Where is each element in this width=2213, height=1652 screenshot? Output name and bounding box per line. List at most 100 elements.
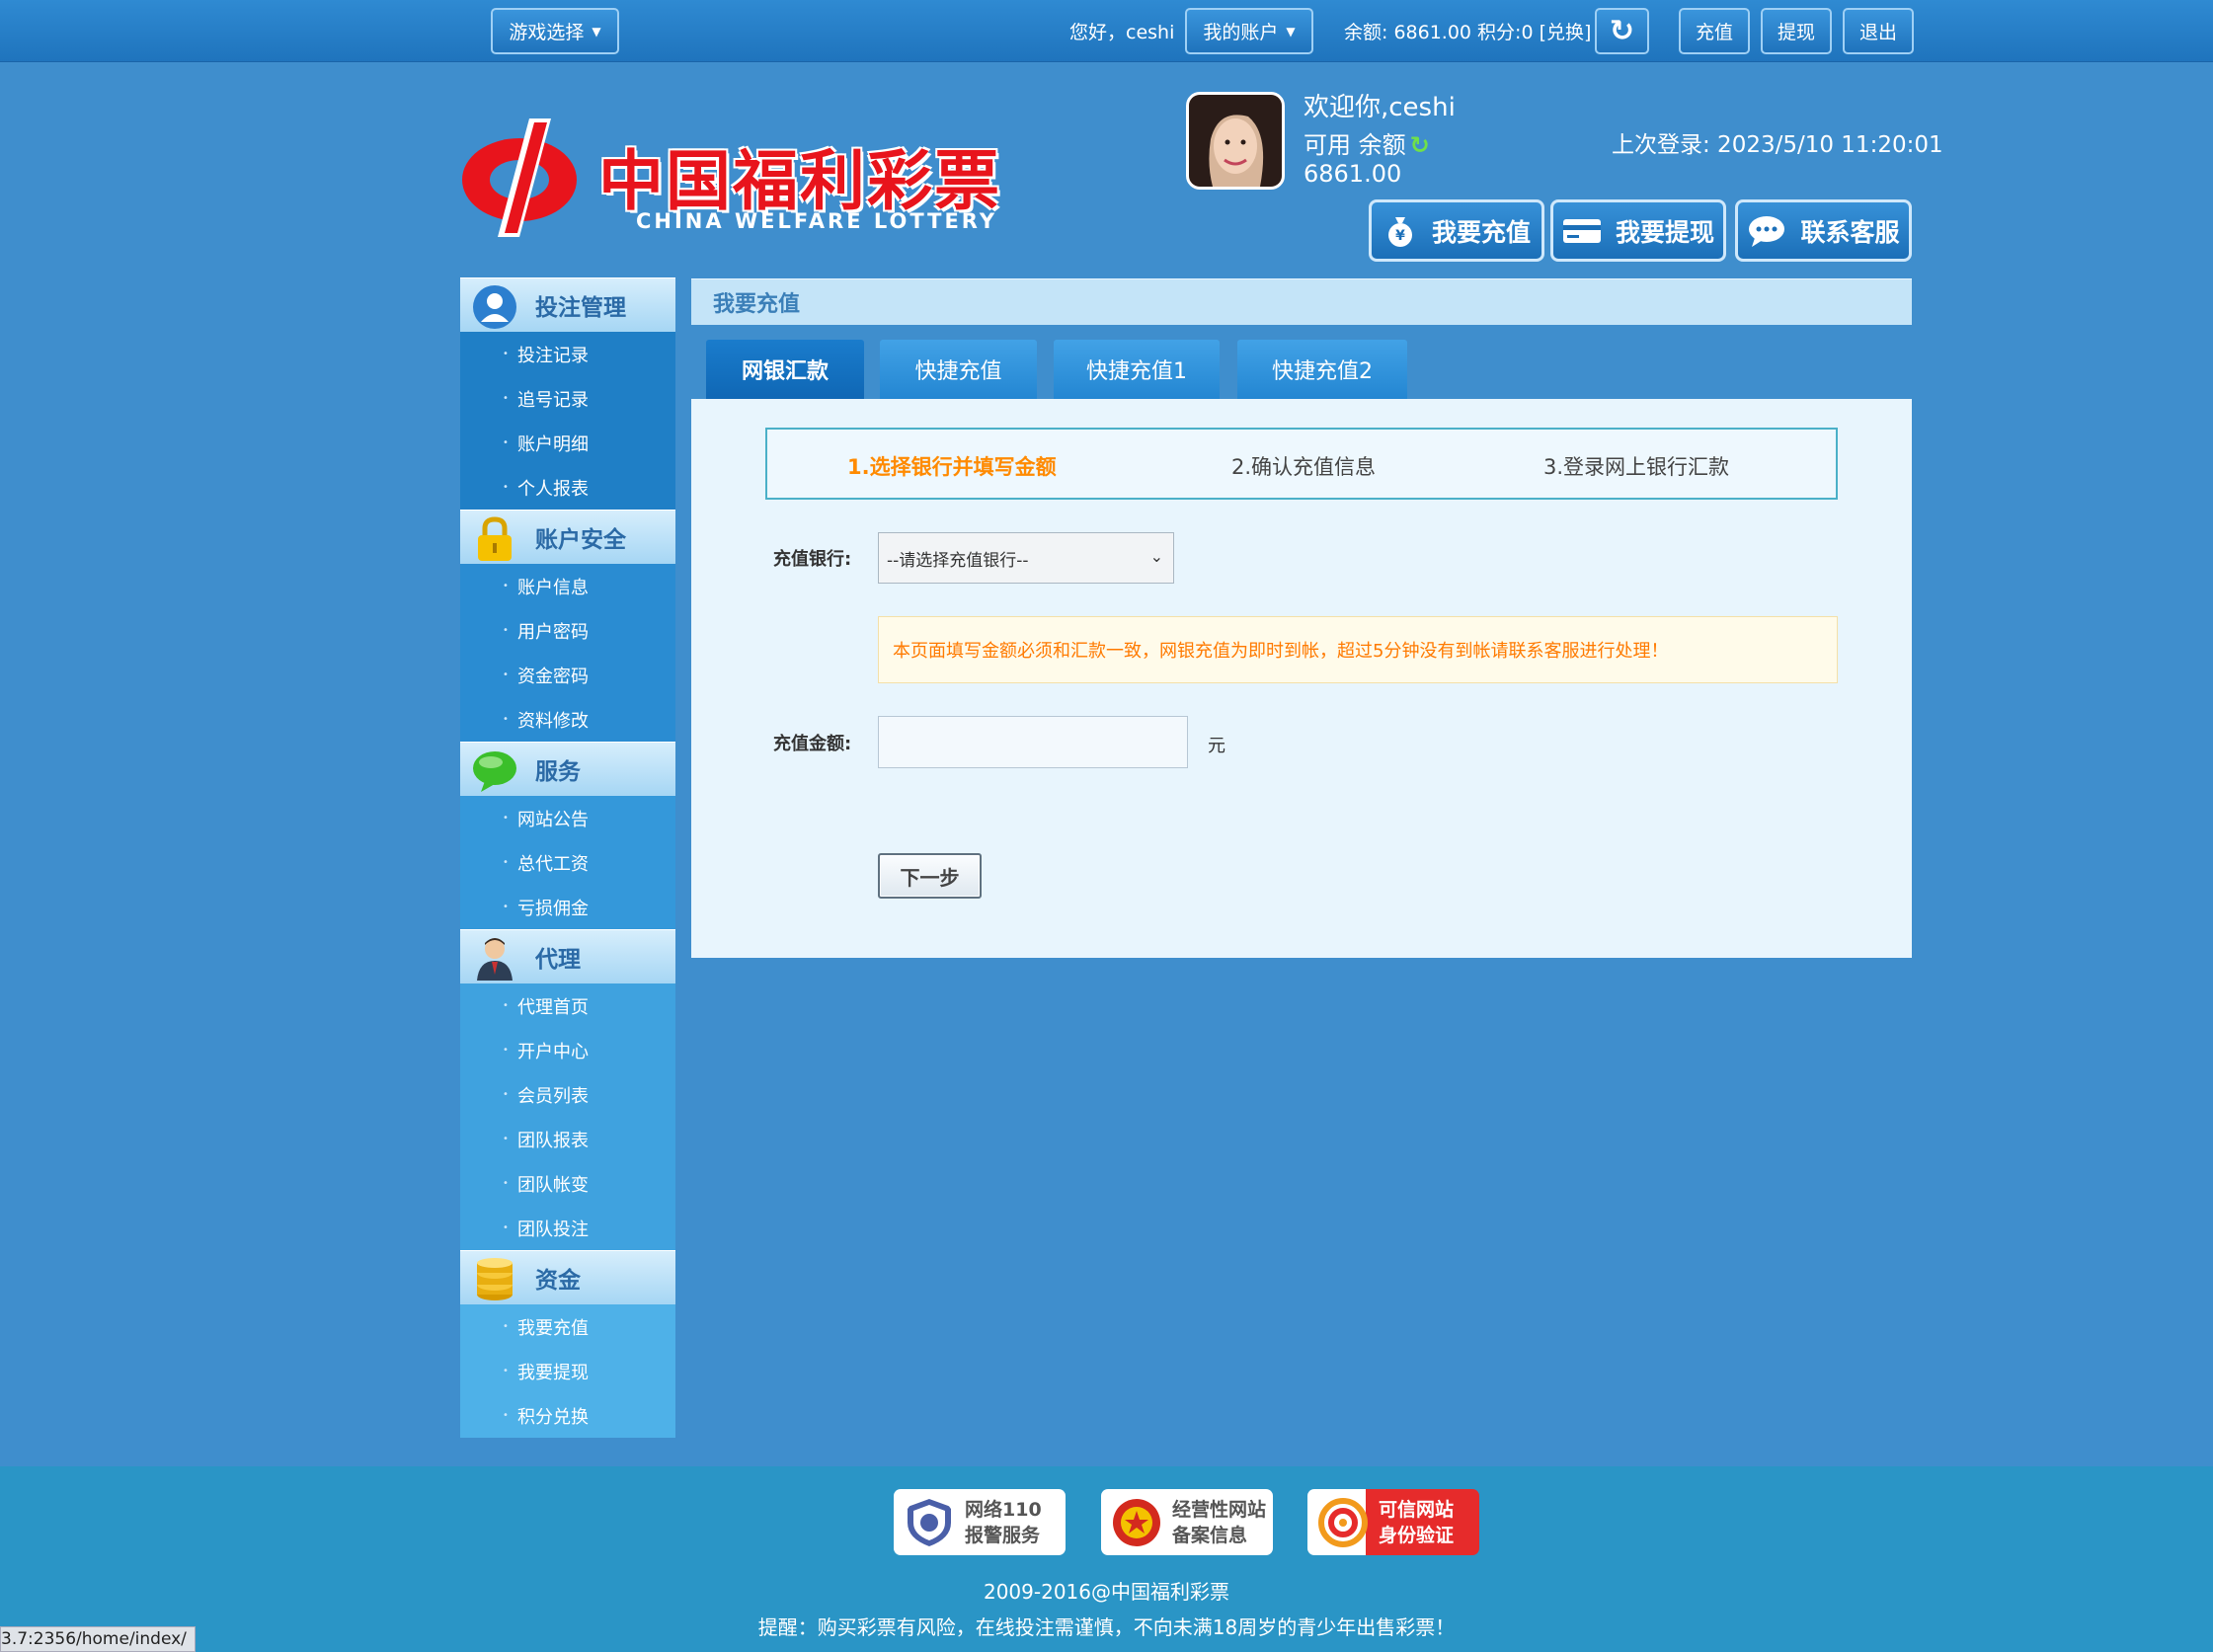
chevron-down-icon: ⌄	[1149, 547, 1163, 566]
step-indicator: 1.选择银行并填写金额 2.确认充值信息 3.登录网上银行汇款	[765, 428, 1838, 500]
sidebar-item-bet-records[interactable]: 投注记录	[460, 332, 675, 376]
topbar-recharge-button[interactable]: 充值	[1679, 8, 1750, 54]
bank-card-icon	[1562, 216, 1602, 246]
sidebar-section-title: 服务	[535, 759, 581, 785]
sidebar-item-fund-password[interactable]: 资金密码	[460, 653, 675, 697]
step-2: 2.确认充值信息	[1231, 455, 1377, 479]
bank-label: 充值银行:	[773, 549, 852, 570]
notice-message: 本页面填写金额必须和汇款一致，网银充值为即时到帐，超过5分钟没有到帐请联系客服进…	[878, 616, 1838, 683]
avatar[interactable]	[1186, 92, 1285, 190]
badge-business-text: 经营性网站 备案信息	[1172, 1497, 1266, 1548]
lottery-logo-icon	[462, 118, 577, 237]
badge-police-110[interactable]: 网络110 报警服务	[894, 1489, 1066, 1555]
refresh-balance-icon[interactable]: ↻	[1410, 131, 1430, 159]
sidebar-item-withdraw[interactable]: 我要提现	[460, 1349, 675, 1393]
sidebar-group-security: 账户信息 用户密码 资金密码 资料修改	[460, 564, 675, 742]
sidebar: 投注管理 投注记录 追号记录 账户明细 个人报表 账户安全 账户信息 用户密码 …	[460, 277, 675, 1438]
agent-icon	[470, 936, 519, 982]
sidebar-section-funds[interactable]: 资金	[460, 1250, 675, 1304]
sidebar-group-service: 网站公告 总代工资 亏损佣金	[460, 796, 675, 929]
sidebar-item-points-exchange[interactable]: 积分兑换	[460, 1393, 675, 1438]
svg-text:¥: ¥	[1395, 228, 1405, 244]
next-step-button[interactable]: 下一步	[878, 853, 982, 899]
badge-trusted-site[interactable]: 可信网站 身份验证	[1307, 1489, 1479, 1555]
police-shield-icon	[908, 1498, 951, 1546]
sidebar-section-service[interactable]: 服务	[460, 742, 675, 796]
header-withdraw-label: 我要提现	[1615, 217, 1714, 247]
my-account-label: 我的账户	[1203, 22, 1279, 43]
chat-bubble-icon	[470, 748, 519, 794]
badge-line: 网络110	[965, 1498, 1042, 1521]
header-recharge-button[interactable]: ¥ 我要充值	[1369, 199, 1544, 262]
sidebar-section-agent[interactable]: 代理	[460, 929, 675, 983]
sidebar-section-title: 账户安全	[535, 527, 626, 553]
sidebar-item-chase-records[interactable]: 追号记录	[460, 376, 675, 421]
lock-icon	[470, 516, 519, 562]
sidebar-item-announcements[interactable]: 网站公告	[460, 796, 675, 840]
sidebar-item-recharge[interactable]: 我要充值	[460, 1304, 675, 1349]
sidebar-section-betting[interactable]: 投注管理	[460, 277, 675, 332]
sidebar-item-team-changes[interactable]: 团队帐变	[460, 1161, 675, 1206]
chat-icon	[1747, 214, 1786, 248]
risk-warning-text: 提醒：购买彩票有风险，在线投注需谨慎，不向未满18周岁的青少年出售彩票！	[757, 1615, 1456, 1639]
sidebar-item-account-info[interactable]: 账户信息	[460, 564, 675, 608]
sidebar-item-account-opening[interactable]: 开户中心	[460, 1028, 675, 1072]
sidebar-section-title: 代理	[535, 947, 581, 973]
logout-button[interactable]: 退出	[1843, 8, 1914, 54]
sidebar-item-agent-home[interactable]: 代理首页	[460, 983, 675, 1028]
welcome-text: 欢迎你,ceshi	[1304, 93, 1456, 122]
money-bag-icon: ¥	[1383, 213, 1418, 249]
sidebar-group-funds: 我要充值 我要提现 积分兑换	[460, 1304, 675, 1438]
tab-quick-recharge[interactable]: 快捷充值	[880, 340, 1037, 399]
sidebar-item-personal-report[interactable]: 个人报表	[460, 465, 675, 510]
badge-trusted-text: 可信网站 身份验证	[1379, 1497, 1454, 1548]
sidebar-item-team-report[interactable]: 团队报表	[460, 1117, 675, 1161]
topbar-recharge-label: 充值	[1695, 22, 1733, 43]
sidebar-item-team-bets[interactable]: 团队投注	[460, 1206, 675, 1250]
my-account-button[interactable]: 我的账户 ▼	[1185, 8, 1313, 54]
sidebar-item-member-list[interactable]: 会员列表	[460, 1072, 675, 1117]
available-label: 可用 余额	[1304, 131, 1406, 159]
bank-select-value: --请选择充值银行--	[887, 550, 1029, 571]
sidebar-item-account-details[interactable]: 账户明细	[460, 421, 675, 465]
amount-input[interactable]	[878, 716, 1188, 768]
top-bar: 游戏选择 ▼ 您好，ceshi 我的账户 ▼ 余额: 6861.00 积分:0 …	[0, 0, 2213, 62]
sidebar-group-agent: 代理首页 开户中心 会员列表 团队报表 团队帐变 团队投注	[460, 983, 675, 1250]
badge-line: 备案信息	[1172, 1524, 1248, 1546]
header-service-label: 联系客服	[1800, 217, 1900, 247]
balance-text[interactable]: 余额: 6861.00 积分:0 [兑换]	[1344, 18, 1591, 44]
header-service-button[interactable]: 联系客服	[1735, 199, 1912, 262]
sidebar-item-user-password[interactable]: 用户密码	[460, 608, 675, 653]
badge-line: 身份验证	[1379, 1524, 1455, 1546]
status-bar-url: 3.7:2356/home/index/	[0, 1626, 196, 1652]
topbar-withdraw-label: 提现	[1777, 22, 1815, 43]
refresh-icon: ↻	[1609, 13, 1635, 48]
logo-english-text: CHINA WELFARE LOTTERY	[636, 209, 998, 233]
sidebar-item-edit-profile[interactable]: 资料修改	[460, 697, 675, 742]
bank-select[interactable]: --请选择充值银行-- ⌄	[878, 532, 1174, 584]
header-recharge-label: 我要充值	[1431, 217, 1531, 247]
amount-label: 充值金额:	[773, 734, 852, 754]
logout-label: 退出	[1858, 22, 1897, 43]
sidebar-section-security[interactable]: 账户安全	[460, 510, 675, 564]
sidebar-group-betting: 投注记录 追号记录 账户明细 个人报表	[460, 332, 675, 510]
last-login-text: 上次登录: 2023/5/10 11:20:01	[1612, 132, 1943, 158]
game-select-button[interactable]: 游戏选择 ▼	[491, 8, 619, 54]
refresh-button[interactable]: ↻	[1595, 8, 1649, 54]
business-emblem-icon	[1113, 1498, 1160, 1546]
available-amount: 6861.00	[1304, 160, 1402, 188]
badge-line: 可信网站	[1379, 1498, 1455, 1521]
topbar-withdraw-button[interactable]: 提现	[1761, 8, 1832, 54]
greeting-text: 您好，ceshi	[1069, 22, 1175, 43]
logo[interactable]: 中国福利彩票 CHINA WELFARE LOTTERY	[460, 111, 1003, 239]
tab-quick-recharge-1[interactable]: 快捷充值1	[1054, 340, 1220, 399]
sidebar-item-loss-commission[interactable]: 亏损佣金	[460, 885, 675, 929]
sidebar-item-agent-salary[interactable]: 总代工资	[460, 840, 675, 885]
header-withdraw-button[interactable]: 我要提现	[1550, 199, 1726, 262]
page-title: 我要充值	[691, 278, 1912, 325]
badge-line: 报警服务	[965, 1524, 1041, 1546]
tab-online-bank-transfer[interactable]: 网银汇款	[706, 340, 864, 399]
tab-quick-recharge-2[interactable]: 快捷充值2	[1237, 340, 1407, 399]
badge-business-record[interactable]: 经营性网站 备案信息	[1101, 1489, 1273, 1555]
step-1: 1.选择银行并填写金额	[847, 455, 1057, 479]
